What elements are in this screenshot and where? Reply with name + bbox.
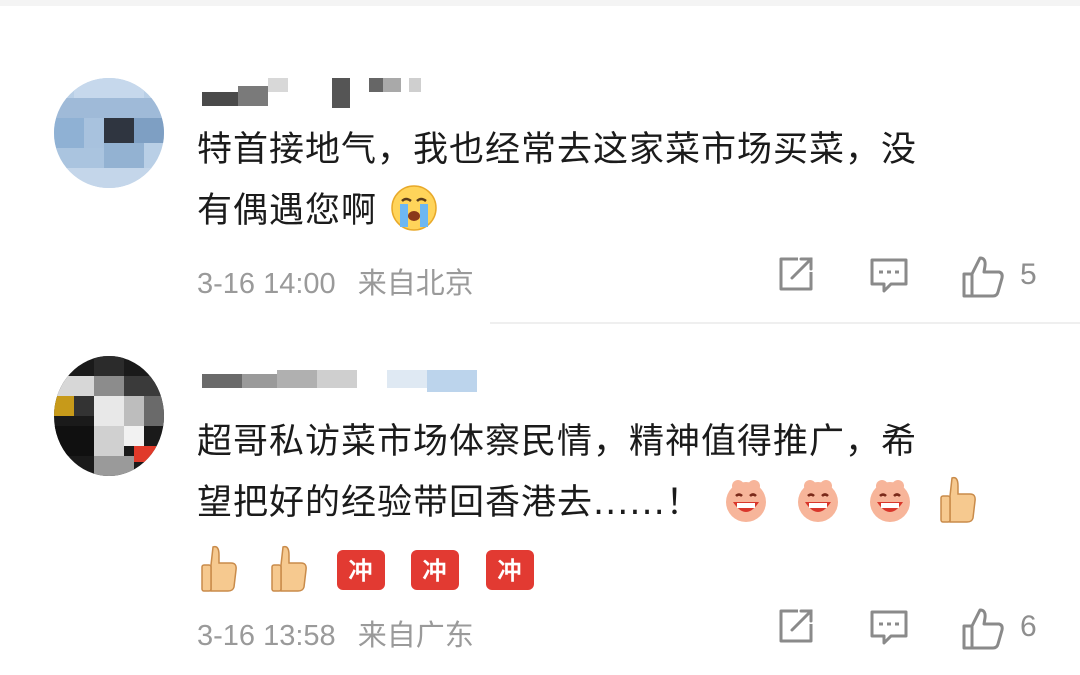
fighting-emoji-icon: 冲 [484,546,536,592]
svg-text:冲: 冲 [423,557,448,585]
username-redacted[interactable] [197,366,497,402]
grinning-emoji-icon [720,474,772,526]
comment-text-line: 望把好的经验带回香港去......！ [197,473,1057,534]
comment-divider [490,322,1080,324]
comment-icon[interactable] [868,254,910,300]
comment-text: 特首接地气，我也经常去这家菜市场买菜，没 有偶遇您啊 [197,120,1057,242]
comment-location: 来自广东 [357,620,474,652]
thumbs-up-outline-icon[interactable] [960,254,1006,300]
like-count: 6 [1020,610,1037,643]
comment-meta: 3-16 14:00 来自北京 [197,260,474,302]
like-count: 5 [1020,258,1037,291]
grinning-emoji-icon [864,474,916,526]
thumbs-up-emoji-icon [267,543,311,595]
avatar[interactable] [54,78,164,188]
grinning-emoji-icon [792,474,844,526]
comment-location: 来自北京 [357,268,474,300]
fighting-emoji-icon: 冲 [335,546,387,592]
top-divider [0,0,1080,6]
comment-text-line: 有偶遇您啊 [197,181,1057,242]
comment-time: 3-16 13:58 [197,620,336,652]
share-icon[interactable] [776,606,816,652]
thumbs-up-outline-icon[interactable] [960,606,1006,652]
share-icon[interactable] [776,254,816,300]
svg-text:冲: 冲 [497,557,522,585]
thumbs-up-emoji-icon [936,474,980,526]
thumbs-up-emoji-icon [197,543,241,595]
avatar[interactable] [54,356,164,476]
fighting-emoji-icon: 冲 [409,546,461,592]
comment-text-line: 超哥私访菜市场体察民情，精神值得推广，希 [197,422,918,462]
comment-actions: 5 [770,254,1060,300]
comment-meta: 3-16 13:58 来自广东 [197,612,474,654]
comment-time: 3-16 14:00 [197,268,336,300]
crying-emoji-icon [389,183,439,233]
comment-text-line: 特首接地气，我也经常去这家菜市场买菜，没 [197,130,918,170]
comment-text-fragment: 有偶遇您啊 [197,191,378,231]
comment-icon[interactable] [868,606,910,652]
username-redacted[interactable] [197,74,497,110]
comment-emoji-line: 冲 冲 冲 [197,534,1057,599]
svg-text:冲: 冲 [349,557,374,585]
comment-actions: 6 [770,606,1060,652]
comment-text-fragment: 望把好的经验带回香港去......！ [197,483,702,523]
comment-text: 超哥私访菜市场体察民情，精神值得推广，希 望把好的经验带回香港去......！ [197,412,1057,599]
